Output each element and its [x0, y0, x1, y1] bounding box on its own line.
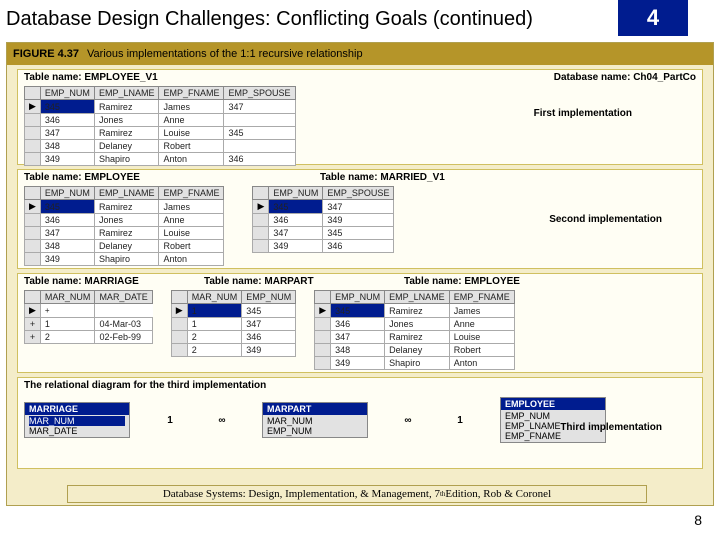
row-selector-icon: ▶ — [29, 305, 36, 315]
diag-box-marriage: MARRIAGE MAR_NUM MAR_DATE — [24, 402, 130, 438]
figure-number: FIGURE 4.37 — [13, 48, 79, 60]
reldiag-block: The relational diagram for the third imp… — [17, 377, 703, 469]
impl3-t2-label: Table name: MARPART — [204, 276, 404, 287]
impl1-table-label: Table name: EMPLOYEE_V1 — [24, 72, 158, 83]
impl3-t3-table: EMP_NUMEMP_LNAMEEMP_FNAME ▶345RamirezJam… — [314, 290, 514, 370]
slide: Database Design Challenges: Conflicting … — [0, 0, 720, 540]
impl3-t1-label: Table name: MARRIAGE — [24, 276, 204, 287]
impl1-label: First implementation — [534, 108, 632, 119]
impl3-t2-table: MAR_NUMEMP_NUM ▶1345 1347 2346 2349 — [171, 290, 296, 357]
cardinality-inf: ∞ — [210, 415, 234, 426]
cardinality-1: 1 — [158, 415, 182, 426]
cardinality-inf: ∞ — [396, 415, 420, 426]
reldiag-label: The relational diagram for the third imp… — [18, 378, 702, 393]
impl2-right-table: EMP_NUMEMP_SPOUSE ▶345347 346349 347345 … — [252, 186, 394, 253]
impl3-label: Third implementation — [560, 422, 662, 433]
impl3-t3-label: Table name: EMPLOYEE — [404, 276, 520, 287]
chapter-number-badge: 4 — [618, 0, 688, 36]
impl2-block: Table name: EMPLOYEE Table name: MARRIED… — [17, 169, 703, 269]
impl2-left-table: EMP_NUMEMP_LNAMEEMP_FNAME ▶345RamirezJam… — [24, 186, 224, 266]
impl3-t1-table: MAR_NUMMAR_DATE ▶+1 +104-Mar-03 +202-Feb… — [24, 290, 153, 344]
diag-box-employee: EMPLOYEE EMP_NUM EMP_LNAME EMP_FNAME — [500, 397, 606, 443]
impl3-block: Table name: MARRIAGE Table name: MARPART… — [17, 273, 703, 373]
row-selector-icon: ▶ — [176, 305, 183, 315]
impl2-left-label: Table name: EMPLOYEE — [24, 172, 140, 183]
page-number: 8 — [694, 512, 702, 528]
impl2-right-label: Table name: MARRIED_V1 — [320, 172, 445, 183]
row-selector-icon: ▶ — [319, 305, 326, 315]
database-name-label: Database name: Ch04_PartCo — [554, 72, 696, 83]
cardinality-1: 1 — [448, 415, 472, 426]
figure-area: FIGURE 4.37 Various implementations of t… — [6, 42, 714, 506]
slide-title: Database Design Challenges: Conflicting … — [6, 8, 533, 31]
diag-box-marpart: MARPART MAR_NUM EMP_NUM — [262, 402, 368, 438]
figure-caption: Various implementations of the 1:1 recur… — [87, 48, 363, 60]
impl2-label: Second implementation — [549, 214, 662, 225]
footer-citation: Database Systems: Design, Implementation… — [67, 485, 647, 503]
row-selector-icon: ▶ — [29, 101, 36, 111]
figure-caption-bar: FIGURE 4.37 Various implementations of t… — [7, 43, 713, 65]
title-area: Database Design Challenges: Conflicting … — [0, 0, 720, 42]
impl1-table: EMP_NUM EMP_LNAME EMP_FNAME EMP_SPOUSE ▶… — [24, 86, 296, 166]
impl1-block: Table name: EMPLOYEE_V1 Database name: C… — [17, 69, 703, 165]
row-selector-icon: ▶ — [257, 201, 264, 211]
row-selector-icon: ▶ — [29, 201, 36, 211]
